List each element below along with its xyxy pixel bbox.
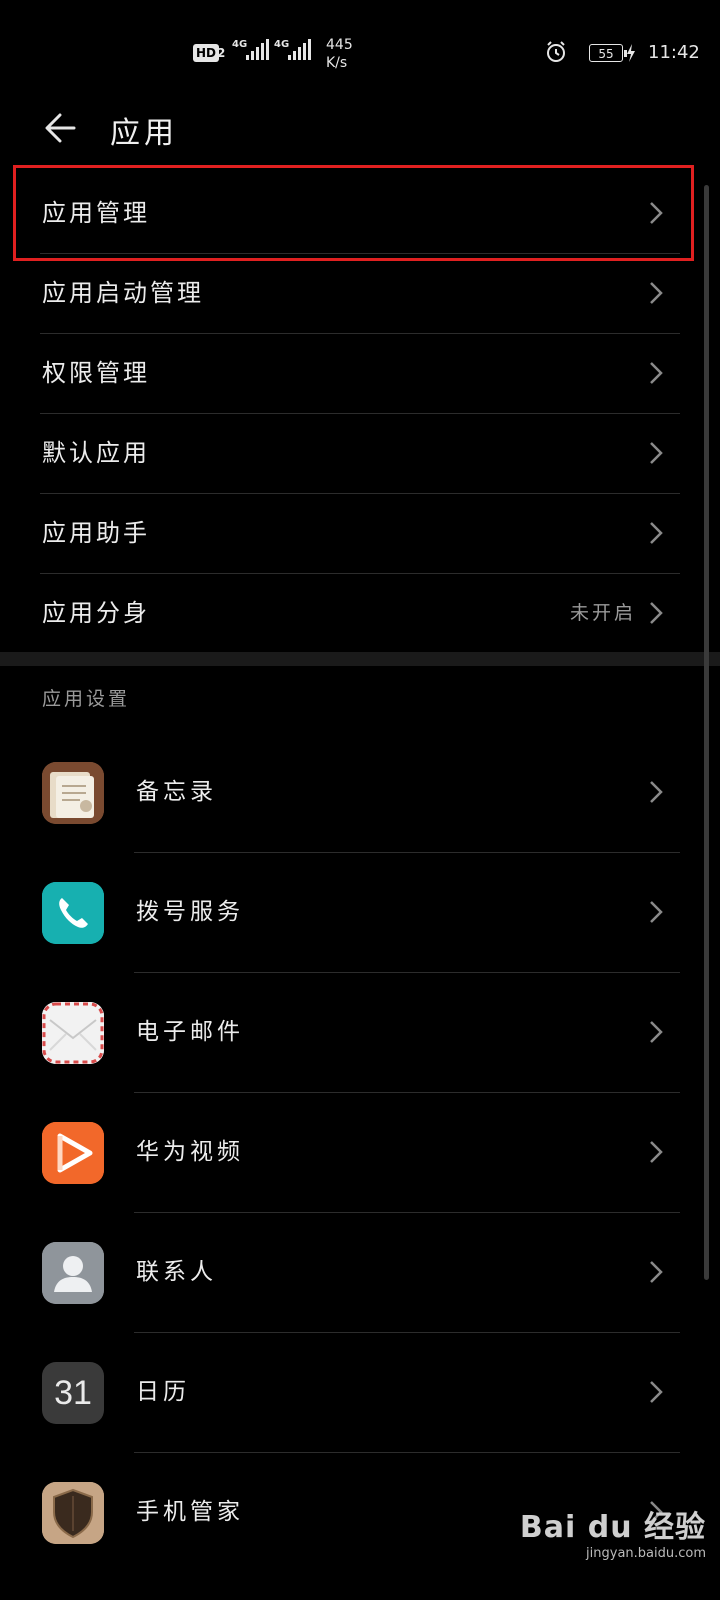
- clock: 11:42: [648, 42, 700, 63]
- watermark-brand: Bai du 经验: [519, 1510, 706, 1545]
- app-label: 拨号服务: [136, 899, 244, 925]
- chevron-right-icon: [650, 1261, 663, 1283]
- app-label: 备忘录: [136, 779, 217, 805]
- alarm-icon: [547, 41, 565, 62]
- app-label: 联系人: [136, 1259, 217, 1285]
- menu-item-default-apps[interactable]: 默认应用: [0, 413, 690, 493]
- mail-icon: [42, 1002, 104, 1064]
- app-item-huawei-video[interactable]: 华为视频: [0, 1092, 690, 1212]
- video-icon: [42, 1122, 104, 1184]
- chevron-right-icon: [650, 522, 663, 544]
- menu-item-permissions[interactable]: 权限管理: [0, 333, 690, 413]
- menu-item-label: 应用启动管理: [42, 279, 204, 307]
- chevron-right-icon: [650, 901, 663, 923]
- app-item-contacts[interactable]: 联系人: [0, 1212, 690, 1332]
- menu-item-status: 未开启: [569, 602, 636, 624]
- chevron-right-icon: [650, 282, 663, 304]
- app-label: 日历: [136, 1379, 190, 1405]
- menu-item-app-launch[interactable]: 应用启动管理: [0, 253, 690, 333]
- calendar-icon: 31: [42, 1362, 104, 1424]
- menu-item-app-twin[interactable]: 应用分身 未开启: [0, 573, 690, 653]
- battery-indicator: 55: [589, 44, 627, 62]
- chevron-right-icon: [650, 1021, 663, 1043]
- phone-icon: [42, 882, 104, 944]
- hd-sim-index: 2: [217, 46, 226, 60]
- calendar-day: 31: [54, 1374, 92, 1412]
- menu-item-label: 默认应用: [42, 439, 150, 467]
- watermark-url: jingyan.baidu.com: [586, 1546, 706, 1561]
- charging-icon: [627, 44, 635, 62]
- chevron-right-icon: [650, 362, 663, 384]
- app-item-email[interactable]: 电子邮件: [0, 972, 690, 1092]
- network-type-2: 4G: [274, 39, 290, 50]
- app-item-notes[interactable]: 备忘录: [0, 732, 690, 852]
- shield-icon: [42, 1482, 104, 1544]
- chevron-right-icon: [650, 781, 663, 803]
- status-bar: HD 2 4G 4G 445 K/s 55 11:42: [0, 0, 720, 100]
- app-item-dialer[interactable]: 拨号服务: [0, 852, 690, 972]
- notepad-icon: [42, 762, 104, 824]
- app-item-calendar[interactable]: 31 日历: [0, 1332, 690, 1452]
- highlight-box: [13, 165, 694, 261]
- signal-2-icon: 4G: [274, 39, 311, 60]
- baidu-watermark: Bai du 经验 jingyan.baidu.com: [520, 1502, 706, 1561]
- menu-item-label: 应用助手: [42, 519, 150, 547]
- app-label: 华为视频: [136, 1139, 244, 1165]
- chevron-right-icon: [650, 442, 663, 464]
- menu-item-label: 应用分身: [42, 599, 150, 627]
- scrollbar[interactable]: [704, 185, 709, 1280]
- hd-badge: HD: [193, 44, 220, 62]
- menu-item-app-assistant[interactable]: 应用助手: [0, 493, 690, 573]
- network-speed: 445 K/s: [326, 37, 353, 71]
- chevron-right-icon: [650, 602, 663, 624]
- app-label: 手机管家: [136, 1499, 244, 1525]
- network-type-1: 4G: [232, 39, 248, 50]
- section-title: 应用设置: [42, 688, 131, 710]
- app-label: 电子邮件: [136, 1019, 244, 1045]
- section-separator: [0, 652, 720, 666]
- page-title: 应用: [110, 116, 178, 151]
- chevron-right-icon: [650, 1381, 663, 1403]
- contacts-icon: [42, 1242, 104, 1304]
- back-arrow-icon[interactable]: [40, 108, 80, 148]
- signal-1-icon: 4G: [232, 39, 269, 60]
- chevron-right-icon: [650, 1141, 663, 1163]
- menu-item-label: 权限管理: [42, 359, 150, 387]
